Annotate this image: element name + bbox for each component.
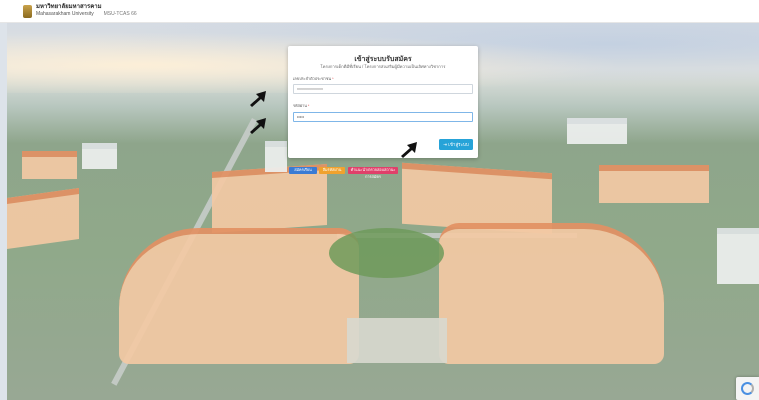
lawn (329, 228, 444, 278)
login-subtitle: โครงการเด็กดีมีที่เรียน / โครงการส่งเสริ… (320, 64, 446, 69)
building (7, 187, 79, 250)
building (212, 163, 327, 234)
id-label-text: เลขประจำตัวประชาชน (293, 77, 332, 81)
university-name-th: มหาวิทยาลัยมหาสารคาม (36, 4, 102, 10)
password-input[interactable]: ••••• (293, 112, 473, 122)
building (567, 118, 627, 144)
building (439, 223, 664, 364)
recaptcha-icon (741, 382, 754, 395)
login-button-label: เข้าสู่ระบบ (448, 142, 469, 147)
plaza (347, 318, 447, 363)
citizen-id-input[interactable]: xxxxxxxxxxxxx (293, 84, 473, 94)
building (717, 228, 759, 284)
building (119, 228, 359, 364)
login-button[interactable]: ⇥ เข้าสู่ระบบ (439, 139, 473, 150)
register-button[interactable]: สมัครเรียน (289, 167, 317, 174)
university-logo-icon[interactable] (23, 4, 32, 18)
recaptcha-badge[interactable] (736, 377, 759, 400)
system-tag: MSU-TCAS 66 (103, 11, 137, 17)
building (599, 165, 709, 203)
required-mark: * (332, 77, 334, 81)
pointer-arrow-icon (250, 91, 266, 107)
forgot-password-button[interactable]: ลืมรหัสผ่าน (319, 167, 345, 174)
pointer-arrow-icon (401, 142, 417, 158)
university-name: มหาวิทยาลัยมหาสารคาม Mahasarakham Univer… (36, 4, 102, 18)
password-label: รหัสผ่าน * (293, 103, 309, 109)
building (82, 143, 117, 169)
building (265, 141, 287, 172)
top-bar: มหาวิทยาลัยมหาสารคาม Mahasarakham Univer… (0, 0, 759, 23)
required-mark: * (307, 104, 310, 108)
university-name-en: Mahasarakham University (36, 11, 94, 17)
login-icon: ⇥ (443, 142, 448, 147)
password-label-text: รหัสผ่าน (293, 104, 307, 108)
guide-button[interactable]: คำแนะนำ/ตรวจสอบสถานะการสมัคร (348, 167, 398, 179)
pointer-arrow-icon (250, 118, 266, 134)
id-label: เลขประจำตัวประชาชน * (293, 76, 334, 82)
building (22, 151, 77, 179)
